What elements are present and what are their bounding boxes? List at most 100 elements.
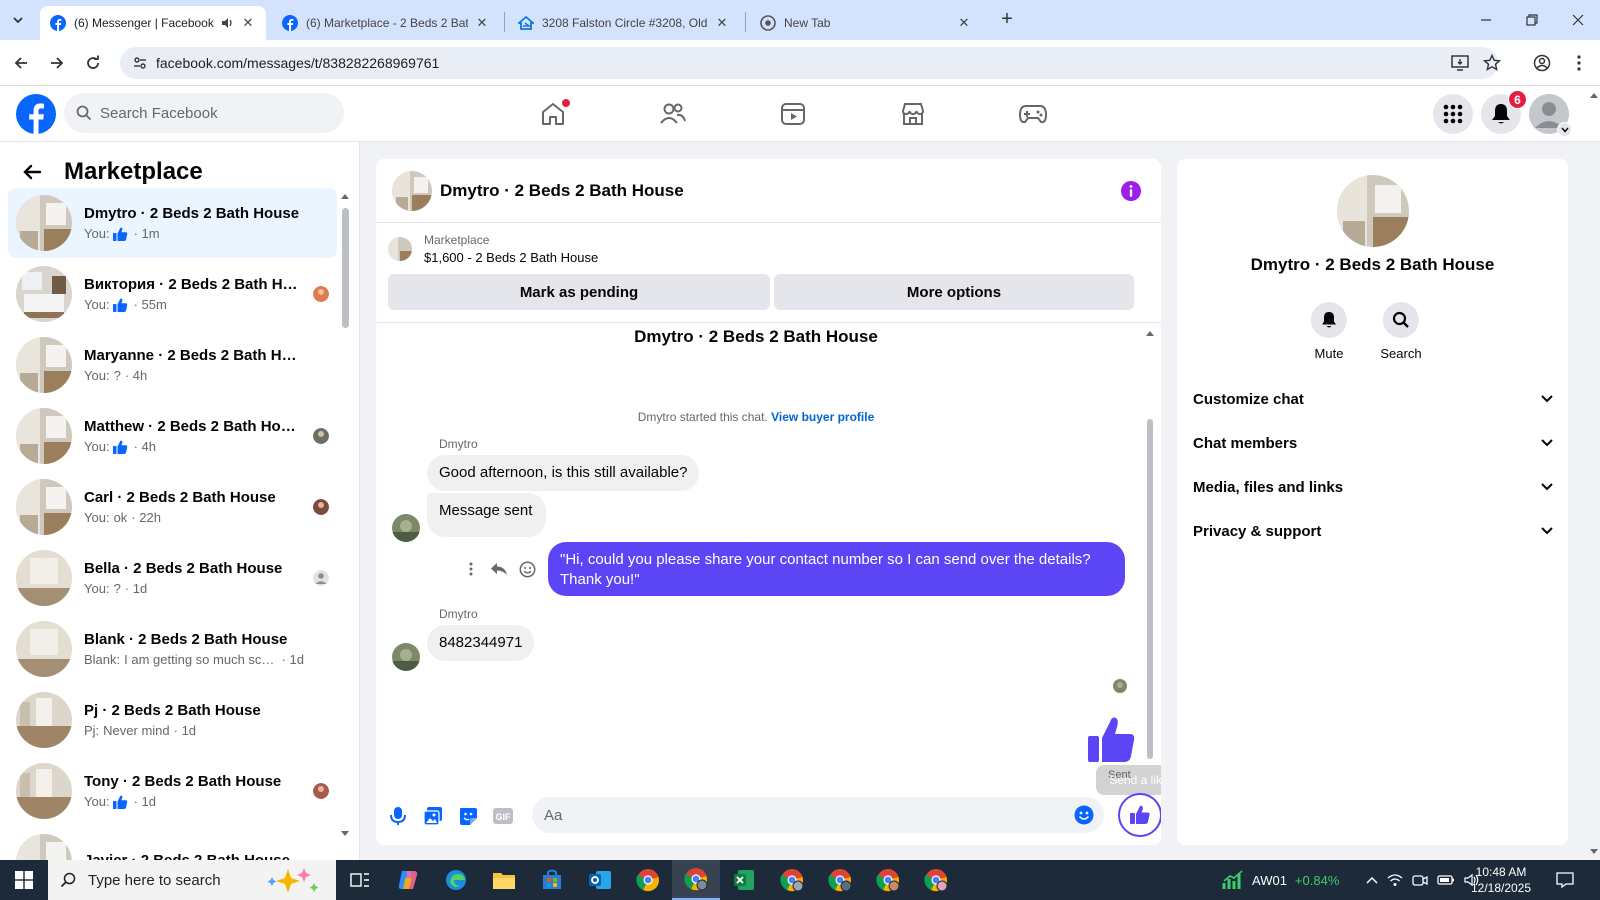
chevron-up-icon[interactable]	[1366, 876, 1378, 884]
site-info-icon[interactable]	[128, 51, 152, 75]
menu-grid-button[interactable]	[1433, 94, 1473, 134]
sender-avatar[interactable]	[392, 643, 420, 671]
message-composer[interactable]	[532, 797, 1104, 833]
sidebar-scroll-down-icon[interactable]	[340, 830, 350, 838]
incoming-message[interactable]: 8482344971	[427, 625, 535, 661]
excel-icon[interactable]	[720, 860, 768, 900]
nav-marketplace[interactable]	[857, 90, 969, 138]
chrome-profile-icon[interactable]	[864, 860, 912, 900]
tab-close-icon[interactable]: ✕	[956, 15, 972, 31]
system-clock[interactable]: 10:48 AM 12/18/2025	[1462, 864, 1540, 896]
nav-video[interactable]	[737, 90, 849, 138]
conversation-item[interactable]: Dmytro · 2 Beds 2 Bath House You: · 1m	[8, 188, 337, 258]
chrome-profile-icon[interactable]	[912, 860, 960, 900]
tab-zillow[interactable]: 3208 Falston Circle #3208, Old ✕	[508, 6, 740, 40]
tab-marketplace[interactable]: (6) Marketplace - 2 Beds 2 Bath ✕	[272, 6, 500, 40]
sticker-icon[interactable]	[456, 804, 480, 828]
voice-clip-icon[interactable]	[386, 804, 410, 828]
conversation-item[interactable]: Pj · 2 Beds 2 Bath House Pj: Never mind · 1…	[8, 685, 337, 755]
file-explorer-icon[interactable]	[480, 860, 528, 900]
mark-as-pending-button[interactable]: Mark as pending	[388, 274, 770, 310]
back-arrow-icon[interactable]	[16, 156, 48, 188]
sender-avatar[interactable]	[392, 514, 420, 542]
conversation-item[interactable]: Blank · 2 Beds 2 Bath House Blank: I am ge…	[8, 614, 337, 684]
conversation-item[interactable]: Javier · 2 Beds 2 Bath House	[8, 827, 337, 860]
nav-friends[interactable]	[617, 90, 729, 138]
outgoing-message[interactable]: "Hi, could you please share your contact…	[548, 542, 1125, 596]
bookmark-star-icon[interactable]	[1479, 50, 1505, 76]
facebook-logo-icon[interactable]	[16, 94, 56, 134]
restore-icon[interactable]	[1512, 6, 1552, 34]
chat-members-row[interactable]: Chat members	[1193, 423, 1553, 463]
windows-start-icon[interactable]	[0, 860, 48, 900]
nav-gaming[interactable]	[977, 90, 1089, 138]
address-bar[interactable]: facebook.com/messages/t/838282268969761	[120, 47, 1498, 79]
microsoft-store-icon[interactable]	[528, 860, 576, 900]
copilot-icon[interactable]	[384, 860, 432, 900]
info-icon[interactable]	[1121, 181, 1141, 201]
conversation-item[interactable]: Виктория · 2 Beds 2 Bath Hou... You: · 55m	[8, 259, 337, 329]
reply-icon[interactable]	[487, 557, 511, 581]
info-avatar[interactable]	[1337, 175, 1409, 247]
chat-avatar[interactable]	[392, 170, 432, 211]
media-files-links-row[interactable]: Media, files and links	[1193, 467, 1553, 507]
tab-close-icon[interactable]: ✕	[714, 15, 730, 31]
more-options-button[interactable]: More options	[774, 274, 1134, 310]
sidebar-scroll-up-icon[interactable]	[340, 192, 350, 200]
incoming-message[interactable]: Message sent	[427, 493, 547, 537]
tab-close-icon[interactable]: ✕	[474, 15, 490, 31]
meet-now-icon[interactable]	[1412, 873, 1428, 887]
minimize-icon[interactable]	[1466, 6, 1506, 34]
network-icon[interactable]	[1387, 873, 1403, 887]
reload-icon[interactable]	[80, 50, 106, 76]
facebook-search-input[interactable]	[100, 104, 320, 122]
chat-header-title[interactable]: Dmytro · 2 Beds 2 Bath House	[440, 181, 684, 201]
chrome-icon[interactable]	[624, 860, 672, 900]
chat-scroll-up-icon[interactable]	[1145, 329, 1155, 339]
react-emoji-icon[interactable]	[515, 557, 539, 581]
listing-summary[interactable]: Marketplace $1,600 - 2 Beds 2 Bath House	[388, 229, 598, 269]
send-like-button[interactable]	[1118, 793, 1161, 837]
page-scroll-up-icon[interactable]	[1589, 91, 1599, 99]
account-button[interactable]	[1529, 94, 1572, 137]
customize-chat-row[interactable]: Customize chat	[1193, 379, 1553, 419]
kebab-menu-icon[interactable]	[1566, 50, 1592, 76]
new-tab-plus-icon[interactable]: +	[995, 8, 1019, 32]
taskbar-search-box[interactable]	[48, 860, 336, 900]
attach-photo-icon[interactable]	[421, 804, 445, 828]
tab-search-dropdown-icon[interactable]	[6, 8, 30, 32]
conversation-item[interactable]: Maryanne · 2 Beds 2 Bath House You:? · 4h	[8, 330, 337, 400]
install-app-icon[interactable]	[1447, 50, 1473, 76]
close-window-icon[interactable]	[1558, 6, 1598, 34]
sent-like-icon[interactable]	[1086, 714, 1138, 766]
stock-widget[interactable]: AW01 +0.84%	[1222, 860, 1339, 900]
back-arrow-icon[interactable]	[8, 50, 34, 76]
search-in-chat-button[interactable]: Search	[1371, 302, 1431, 361]
battery-icon[interactable]	[1437, 874, 1455, 886]
emoji-icon[interactable]	[1074, 805, 1094, 825]
chat-scrollbar[interactable]	[1147, 419, 1153, 759]
chrome-profile-icon[interactable]	[816, 860, 864, 900]
facebook-search-box[interactable]	[64, 93, 344, 133]
profile-icon[interactable]	[1529, 50, 1555, 76]
conversation-item[interactable]: Matthew · 2 Beds 2 Bath House You: · 4h	[8, 401, 337, 471]
forward-arrow-icon[interactable]	[44, 50, 70, 76]
edge-icon[interactable]	[432, 860, 480, 900]
speaker-icon[interactable]	[220, 16, 234, 30]
outlook-icon[interactable]	[576, 860, 624, 900]
task-view-icon[interactable]	[336, 860, 384, 900]
more-actions-icon[interactable]	[459, 557, 483, 581]
message-input[interactable]	[544, 806, 1044, 824]
nav-home[interactable]	[497, 90, 609, 138]
chrome-profile-active-icon[interactable]	[672, 860, 720, 900]
notifications-button[interactable]: 6	[1481, 90, 1527, 134]
conversation-item[interactable]: Tony · 2 Beds 2 Bath House You: · 1d	[8, 756, 337, 826]
tab-messenger[interactable]: (6) Messenger | Facebook ✕	[40, 6, 266, 40]
privacy-support-row[interactable]: Privacy & support	[1193, 511, 1553, 551]
tab-close-icon[interactable]: ✕	[240, 15, 256, 31]
taskbar-search-input[interactable]	[88, 871, 268, 889]
conversation-item[interactable]: Carl · 2 Beds 2 Bath House You: ok · 22h	[8, 472, 337, 542]
notification-center-icon[interactable]	[1556, 860, 1574, 900]
mute-button[interactable]: Mute	[1299, 302, 1359, 361]
page-scroll-down-icon[interactable]	[1589, 848, 1599, 856]
